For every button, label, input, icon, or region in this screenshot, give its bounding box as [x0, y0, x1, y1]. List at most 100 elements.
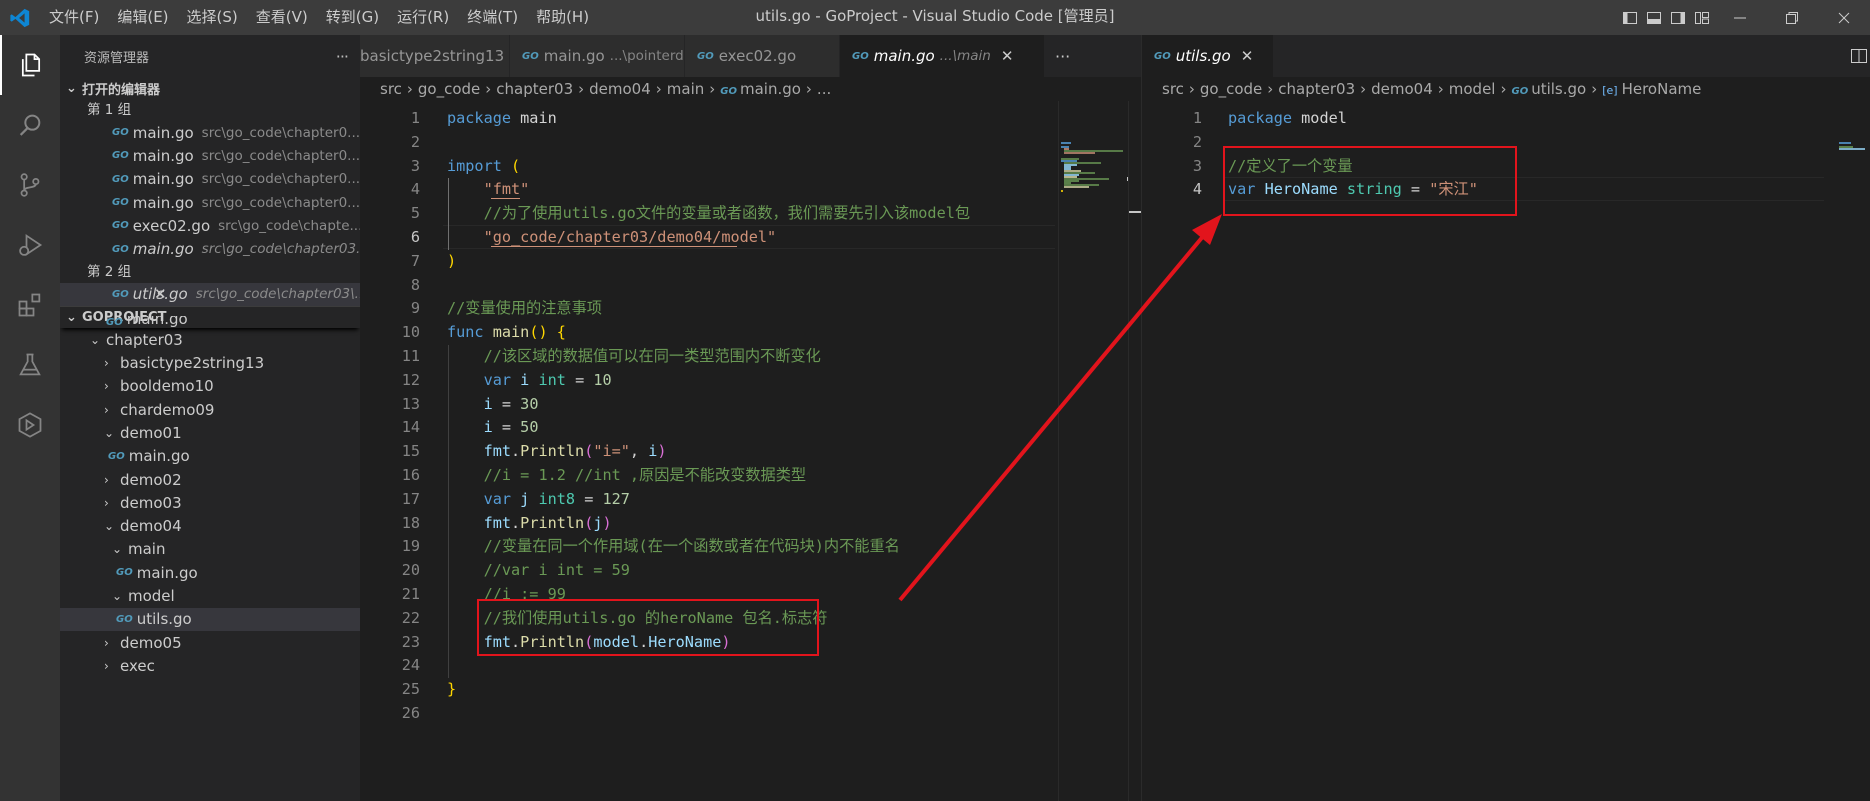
tree-file[interactable]: GO main.go — [60, 561, 360, 584]
code-token: func — [447, 323, 484, 342]
breadcrumb-item[interactable]: [e] HeroName — [1602, 80, 1701, 98]
tree-file[interactable]: GO utils.go — [60, 607, 360, 631]
breadcrumb-item[interactable]: demo04 — [1371, 80, 1433, 98]
menu-item[interactable]: 编辑(E) — [108, 0, 177, 35]
menu-item[interactable]: 帮助(H) — [527, 0, 598, 35]
menu-item[interactable]: 终端(T) — [458, 0, 527, 35]
breadcrumb-item[interactable]: model — [1449, 80, 1496, 98]
code-line: package model — [1228, 107, 1347, 131]
tree-label: main.go — [136, 563, 198, 582]
editor-tab[interactable]: GO main.go ...\main ✕ — [840, 35, 1045, 77]
explorer-more-actions-icon[interactable]: ··· — [336, 47, 349, 66]
tree-folder[interactable]: ⌄ main — [60, 538, 360, 561]
breadcrumb-item[interactable]: chapter03 — [496, 80, 573, 98]
minimap[interactable] — [1058, 101, 1141, 801]
open-editor-name: main.go — [132, 193, 194, 212]
breadcrumb-item[interactable]: chapter03 — [1278, 80, 1355, 98]
open-editors-section[interactable]: ⌄ 打开的编辑器 — [60, 77, 360, 99]
breadcrumb-item[interactable]: src — [1162, 80, 1184, 98]
explorer-icon[interactable] — [0, 35, 60, 95]
minimap-2[interactable] — [1837, 101, 1870, 801]
tree-label: demo05 — [120, 633, 182, 652]
tree-folder[interactable]: › exec — [60, 654, 360, 677]
editor-tab[interactable]: basictype2string13 — [360, 35, 510, 77]
remote-explorer-icon[interactable] — [0, 395, 60, 455]
line-number: 18 — [401, 513, 420, 532]
tree-folder[interactable]: ⌄ chapter03 — [60, 328, 360, 351]
breadcrumb-item[interactable]: go_code — [418, 80, 480, 98]
tree-folder[interactable]: › basictype2string13 — [60, 351, 360, 374]
close-tab-icon[interactable]: ✕ — [1001, 47, 1014, 65]
search-icon[interactable] — [0, 95, 60, 155]
code-line: import ( — [447, 155, 520, 179]
editor-tab[interactable]: GO utils.go ✕ — [1142, 35, 1274, 77]
breadcrumb-item[interactable]: main — [667, 80, 704, 98]
tree-folder[interactable]: ⌄ demo01 — [60, 421, 360, 444]
tab-more-actions-icon[interactable]: ··· — [1045, 35, 1080, 77]
code-token: //i = 1.2 //int ,原因是不能改变数据类型 — [483, 466, 807, 484]
customize-layout-icon[interactable] — [1690, 0, 1714, 35]
menu-item[interactable]: 选择(S) — [178, 0, 247, 35]
chevron-down-icon: ⌄ — [104, 425, 115, 440]
tree-label: main — [128, 540, 166, 559]
tree-folder[interactable]: › booldemo10 — [60, 375, 360, 398]
tree-folder[interactable]: ⌄ model — [60, 584, 360, 607]
line-number: 19 — [401, 537, 420, 556]
go-file-icon: GO — [720, 86, 737, 97]
editor-tab[interactable]: GO main.go...\pointerdemo — [510, 35, 685, 77]
menu-item[interactable]: 运行(R) — [388, 0, 458, 35]
tree-folder[interactable]: ⌄ demo04 — [60, 514, 360, 537]
code-editor[interactable]: 1 package main 2 3 import (4 "fmt" 5 //为了使用ut… — [360, 101, 1141, 801]
open-editor-item[interactable]: GO main.go src\go_code\chapter0... — [60, 168, 360, 191]
testing-icon[interactable] — [0, 335, 60, 395]
code-token: main — [492, 323, 530, 342]
breadcrumb-item[interactable]: GO main.go — [720, 80, 801, 98]
breadcrumb-label: main.go — [739, 80, 801, 98]
close-window-icon[interactable] — [1818, 0, 1870, 35]
open-editor-item[interactable]: ✕ GO utils.go src\go_code\chapter03\... — [60, 282, 360, 307]
chevron-down-icon: ⌄ — [104, 519, 115, 534]
line-number: 12 — [401, 370, 420, 389]
toggle-primary-sidebar-icon[interactable] — [1618, 0, 1642, 35]
tab-description: ...\main — [939, 48, 991, 64]
tree-folder[interactable]: › demo03 — [60, 491, 360, 514]
editor-scrollbar[interactable] — [1128, 101, 1142, 801]
open-editor-item[interactable]: GO exec02.go src\go_code\chapte... — [60, 214, 360, 237]
line-number: 24 — [401, 656, 420, 675]
toggle-panel-icon[interactable] — [1642, 0, 1666, 35]
tree-folder[interactable]: › chardemo09 — [60, 398, 360, 421]
menu-item[interactable]: 查看(V) — [247, 0, 317, 35]
minimize-icon[interactable] — [1714, 0, 1766, 35]
tree-folder[interactable]: › demo05 — [60, 631, 360, 654]
code-line: package main — [447, 107, 557, 131]
breadcrumb: src › go_code › chapter03 › demo04 › main › GO main… — [360, 77, 1141, 101]
breadcrumb-item[interactable]: GO utils.go — [1511, 80, 1586, 98]
tree-label: booldemo10 — [120, 377, 214, 396]
close-tab-icon[interactable]: ✕ — [1241, 47, 1254, 65]
annotation-box-code — [477, 599, 819, 656]
breadcrumb-item[interactable]: demo04 — [589, 80, 651, 98]
open-editor-item[interactable]: GO main.go src\go_code\chapter03... — [60, 237, 360, 260]
open-editor-item[interactable]: GO main.go src\go_code\chapter0... — [60, 191, 360, 214]
toggle-secondary-sidebar-icon[interactable] — [1666, 0, 1690, 35]
menu-item[interactable]: 文件(F) — [40, 0, 108, 35]
breadcrumb-item[interactable]: ... — [817, 80, 831, 98]
tree-file[interactable]: GO main.go — [60, 445, 360, 468]
extensions-icon[interactable] — [0, 275, 60, 335]
run-debug-icon[interactable] — [0, 215, 60, 275]
open-editor-item[interactable]: GO main.go src\go_code\chapter0... — [60, 144, 360, 167]
breadcrumb-item[interactable]: go_code — [1200, 80, 1262, 98]
editor-tab[interactable]: GO exec02.go — [685, 35, 840, 77]
close-icon[interactable]: ✕ — [154, 285, 167, 303]
code-token: int8 — [538, 489, 576, 508]
split-editor-icon[interactable] — [1850, 47, 1868, 69]
menu-item[interactable]: 转到(G) — [317, 0, 388, 35]
open-editor-item[interactable]: GO main.go src\go_code\chapter0... — [60, 121, 360, 144]
breadcrumb-item[interactable]: src — [380, 80, 402, 98]
tree-folder[interactable]: › demo02 — [60, 468, 360, 491]
restore-icon[interactable] — [1766, 0, 1818, 35]
source-control-icon[interactable] — [0, 155, 60, 215]
